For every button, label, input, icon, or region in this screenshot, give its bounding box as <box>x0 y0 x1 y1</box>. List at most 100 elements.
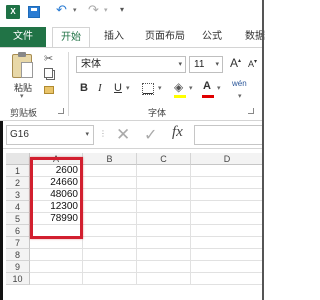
cell-a6[interactable] <box>30 225 83 237</box>
format-painter-icon[interactable] <box>44 86 54 94</box>
cell-a1[interactable]: 2600 <box>30 165 83 177</box>
cell-b6[interactable] <box>83 225 137 237</box>
clipboard-launcher-icon[interactable] <box>58 108 64 114</box>
cut-icon[interactable]: ✂ <box>44 52 53 65</box>
bold-button[interactable]: B <box>80 82 88 94</box>
cell-b2[interactable] <box>83 177 137 189</box>
tab-file[interactable]: 文件 <box>0 27 46 47</box>
font-color-dropdown-icon[interactable]: ▾ <box>217 84 221 92</box>
cell-a10[interactable] <box>30 273 83 285</box>
cell-b3[interactable] <box>83 189 137 201</box>
worksheet-grid[interactable]: A B C D 1 2 3 4 5 6 7 8 9 10 2600 24660 … <box>0 149 264 300</box>
cell-b4[interactable] <box>83 201 137 213</box>
cell-a3[interactable]: 48060 <box>30 189 83 201</box>
column-header-b[interactable]: B <box>83 153 137 165</box>
tab-data[interactable]: 数据 <box>240 27 270 47</box>
cell-a4[interactable]: 12300 <box>30 201 83 213</box>
name-box[interactable]: G16 ▾ <box>6 125 94 145</box>
phonetic-guide-icon[interactable]: wén <box>232 79 247 88</box>
row-header[interactable]: 6 <box>6 225 30 237</box>
cell-c10[interactable] <box>137 273 191 285</box>
cell-a8[interactable] <box>30 249 83 261</box>
cell-d6[interactable] <box>191 225 264 237</box>
chevron-down-icon[interactable]: ▾ <box>85 126 89 144</box>
cell-b9[interactable] <box>83 261 137 273</box>
cell-b8[interactable] <box>83 249 137 261</box>
row-header[interactable]: 3 <box>6 189 30 201</box>
cell-c7[interactable] <box>137 237 191 249</box>
font-size-select[interactable]: 11 ▾ <box>189 56 223 73</box>
font-color-icon[interactable]: A <box>203 80 211 92</box>
cell-c6[interactable] <box>137 225 191 237</box>
paste-dropdown-icon[interactable]: ▾ <box>20 92 24 100</box>
row-header[interactable]: 1 <box>6 165 30 177</box>
row-header[interactable]: 8 <box>6 249 30 261</box>
cell-a5[interactable]: 78990 <box>30 213 83 225</box>
tab-home[interactable]: 开始 <box>52 27 90 48</box>
formula-input[interactable] <box>194 125 264 145</box>
cell-c8[interactable] <box>137 249 191 261</box>
column-header-a[interactable]: A <box>30 153 83 165</box>
cell-c1[interactable] <box>137 165 191 177</box>
formula-bar-grip-icon[interactable]: ⋮ <box>99 129 107 138</box>
borders-icon[interactable] <box>142 83 154 95</box>
increase-font-size-icon[interactable]: A▴ <box>230 56 241 70</box>
tab-page-layout[interactable]: 页面布局 <box>140 27 190 47</box>
undo-icon[interactable]: ↶ <box>56 2 67 18</box>
save-icon[interactable] <box>28 6 40 18</box>
undo-dropdown-icon[interactable]: ▾ <box>73 6 77 14</box>
row-header[interactable]: 9 <box>6 261 30 273</box>
cell-a2[interactable]: 24660 <box>30 177 83 189</box>
italic-button[interactable]: I <box>98 82 102 94</box>
column-header-d[interactable]: D <box>191 153 264 165</box>
redo-dropdown-icon[interactable]: ▾ <box>104 6 108 14</box>
cell-a9[interactable] <box>30 261 83 273</box>
cell-d5[interactable] <box>191 213 264 225</box>
cell-b7[interactable] <box>83 237 137 249</box>
chevron-down-icon[interactable]: ▾ <box>178 57 182 72</box>
cell-d1[interactable] <box>191 165 264 177</box>
cell-c3[interactable] <box>137 189 191 201</box>
fill-color-icon[interactable]: ◈ <box>174 80 183 94</box>
borders-dropdown-icon[interactable]: ▾ <box>158 84 162 92</box>
column-header-c[interactable]: C <box>137 153 191 165</box>
cell-b10[interactable] <box>83 273 137 285</box>
row-header[interactable]: 4 <box>6 201 30 213</box>
row-header[interactable]: 5 <box>6 213 30 225</box>
select-all-corner[interactable] <box>6 153 30 165</box>
cancel-entry-icon[interactable]: ✕ <box>116 125 130 145</box>
cell-d2[interactable] <box>191 177 264 189</box>
tab-insert[interactable]: 插入 <box>98 27 130 47</box>
font-name-select[interactable]: 宋体 ▾ <box>76 56 186 73</box>
cell-d9[interactable] <box>191 261 264 273</box>
underline-dropdown-icon[interactable]: ▾ <box>126 84 130 92</box>
row-header[interactable]: 2 <box>6 177 30 189</box>
fill-color-dropdown-icon[interactable]: ▾ <box>189 84 193 92</box>
customize-quick-access-icon[interactable]: ▾ <box>120 5 124 14</box>
cell-a7[interactable] <box>30 237 83 249</box>
cell-c5[interactable] <box>137 213 191 225</box>
row-header[interactable]: 10 <box>6 273 30 285</box>
phonetic-dropdown-icon[interactable]: ▾ <box>238 92 242 100</box>
enter-entry-icon[interactable]: ✓ <box>144 125 157 145</box>
cell-d3[interactable] <box>191 189 264 201</box>
cell-b5[interactable] <box>83 213 137 225</box>
cell-c9[interactable] <box>137 261 191 273</box>
cell-d10[interactable] <box>191 273 264 285</box>
cell-c4[interactable] <box>137 201 191 213</box>
chevron-down-icon[interactable]: ▾ <box>215 57 219 72</box>
row-header[interactable]: 7 <box>6 237 30 249</box>
cell-d8[interactable] <box>191 249 264 261</box>
cell-d4[interactable] <box>191 201 264 213</box>
decrease-font-size-icon[interactable]: A▾ <box>248 58 257 69</box>
tab-formulas[interactable]: 公式 <box>198 27 226 47</box>
cell-d7[interactable] <box>191 237 264 249</box>
font-launcher-icon[interactable] <box>248 108 254 114</box>
copy-icon[interactable] <box>44 68 53 78</box>
cell-c2[interactable] <box>137 177 191 189</box>
underline-button[interactable]: U <box>114 82 122 94</box>
redo-icon[interactable]: ↷ <box>88 2 99 18</box>
paste-icon[interactable] <box>12 52 33 78</box>
cell-b1[interactable] <box>83 165 137 177</box>
insert-function-icon[interactable]: fx <box>172 124 183 141</box>
